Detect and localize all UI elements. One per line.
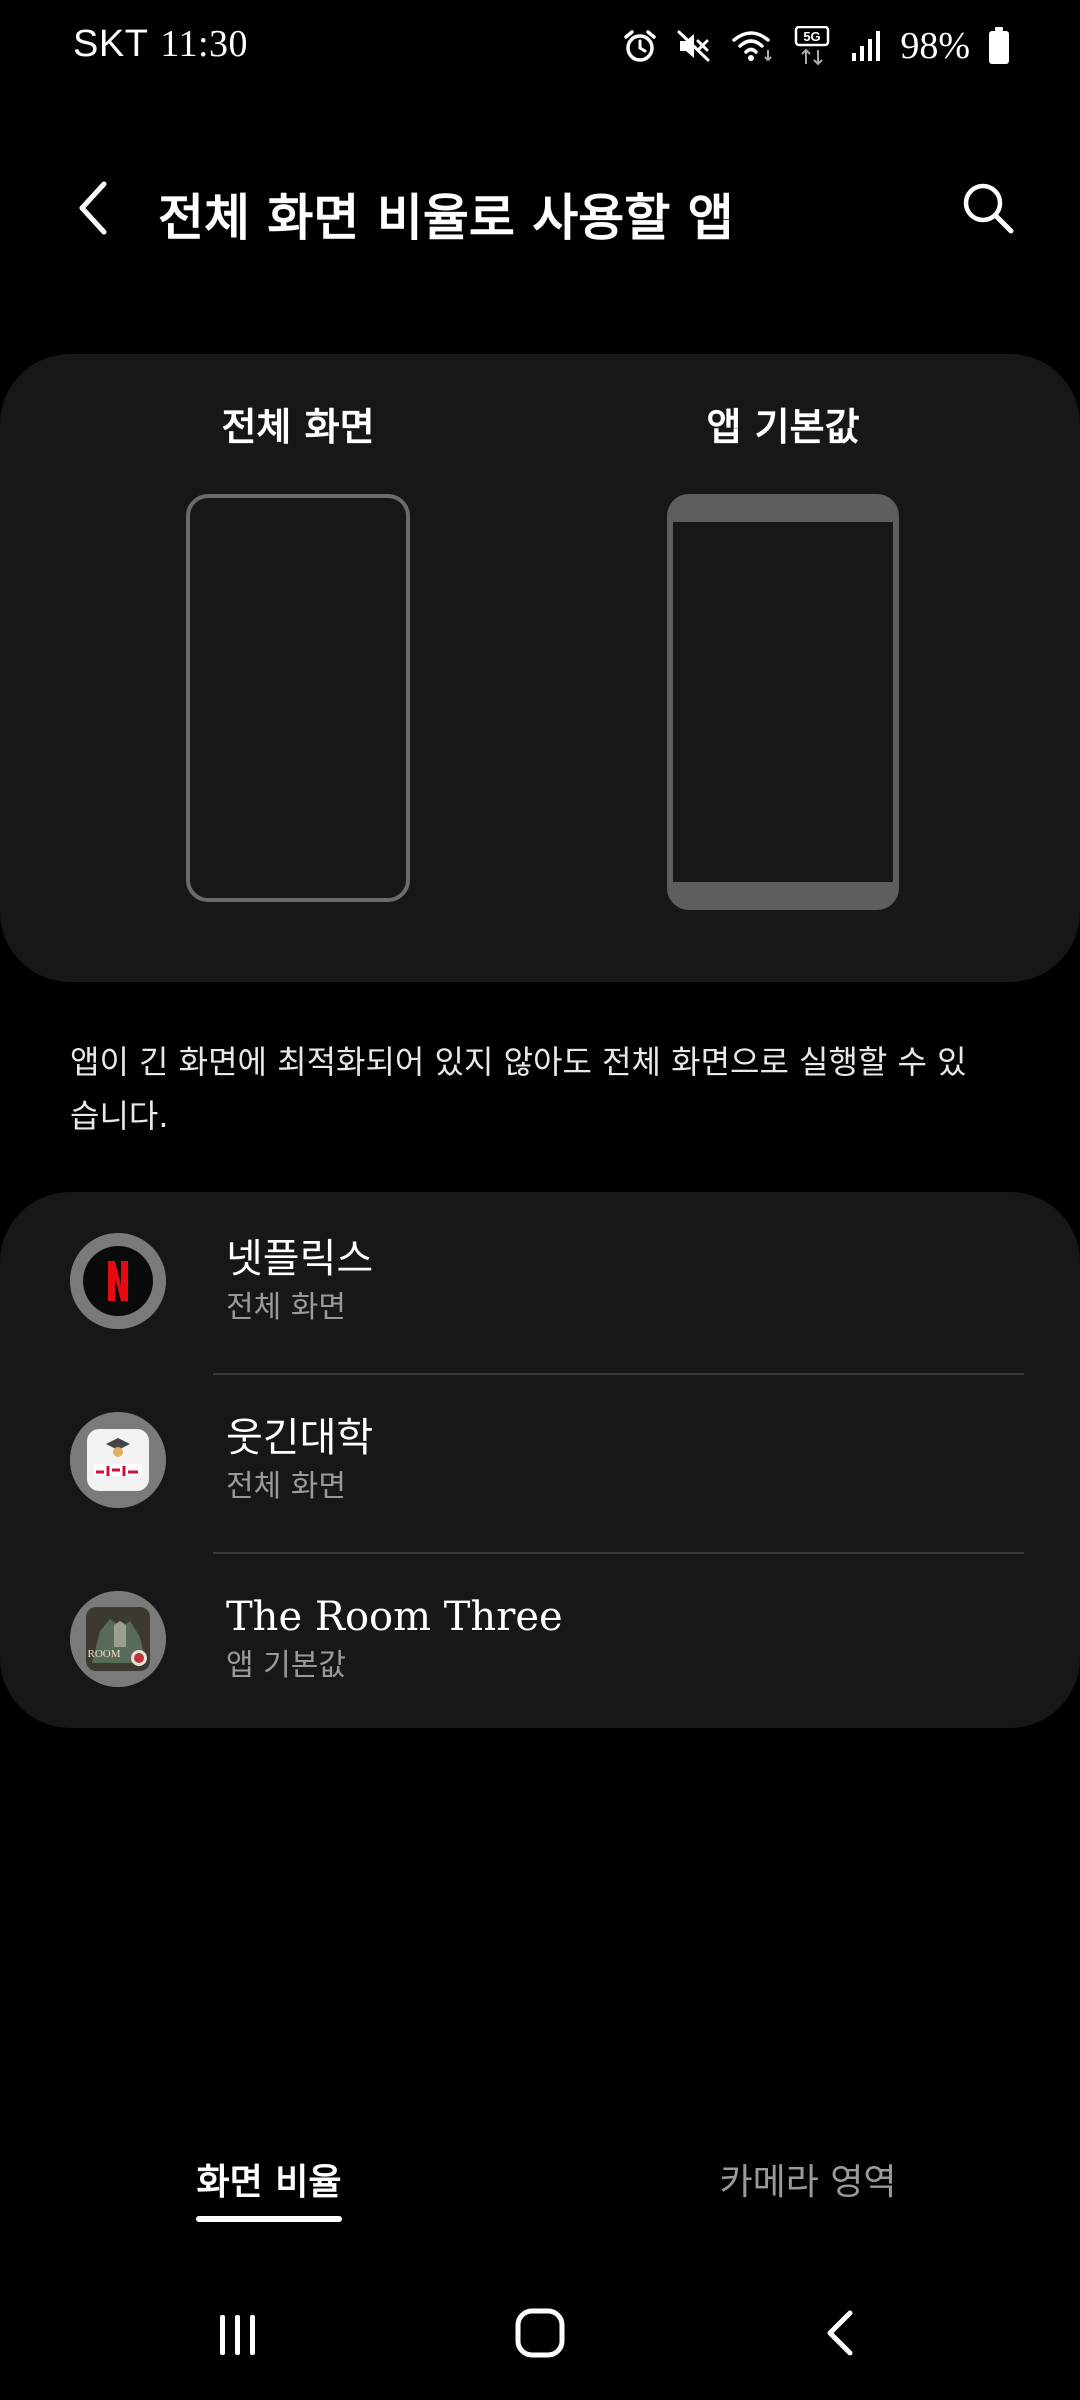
list-divider [213,1552,1024,1554]
aspect-ratio-preview-card: 전체 화면 앱 기본값 [0,354,1080,982]
humoruniv-icon [70,1412,166,1508]
mute-icon [676,28,712,64]
search-icon [960,180,1016,240]
app-list: 넷플릭스 전체 화면 웃긴대학 전체 화면 ROOM The Room Thre… [0,1192,1080,1728]
navigation-bar [0,2280,1080,2390]
svg-text:5G: 5G [804,29,821,44]
full-screen-preview: 전체 화면 [133,400,463,902]
bottom-tabs: 화면 비율 카메라 영역 [0,2150,1080,2250]
tab-aspect-ratio[interactable]: 화면 비율 [196,2150,342,2250]
page-title: 전체 화면 비율로 사용할 앱 [158,189,734,247]
app-row-the-room-three[interactable]: ROOM The Room Three 앱 기본값 [0,1550,1080,1728]
app-text: The Room Three 앱 기본값 [226,1592,563,1688]
5g-icon: 5G [794,26,832,66]
app-mode: 앱 기본값 [226,1648,346,1683]
app-mode: 전체 화면 [226,1469,346,1504]
status-icons: 5G 98% [622,18,1010,74]
alarm-icon [622,28,658,64]
status-bar: SKT 11:30 5G 98% [0,0,1080,92]
tab-camera-cutout[interactable]: 카메라 영역 [718,2150,898,2250]
app-row-humoruniv[interactable]: 웃긴대학 전체 화면 [0,1371,1080,1549]
full-screen-phone-illustration [186,494,410,902]
description-text: 앱이 긴 화면에 최적화되어 있지 않아도 전체 화면으로 실행할 수 있습니다… [70,1043,967,1135]
full-screen-label: 전체 화면 [221,405,375,449]
app-default-phone-illustration [667,494,899,910]
tab-camera-cutout-label: 카메라 영역 [719,2162,897,2203]
list-divider [213,1373,1024,1375]
app-default-screen-area [673,522,893,882]
tab-aspect-ratio-label: 화면 비율 [196,2162,342,2203]
the-room-three-icon: ROOM [70,1591,166,1687]
recents-icon [208,2303,268,2367]
netflix-icon [70,1233,166,1329]
app-name: 웃긴대학 [226,1415,374,1461]
active-tab-indicator [196,2216,342,2222]
app-row-netflix[interactable]: 넷플릭스 전체 화면 [0,1192,1080,1370]
svg-text:ROOM: ROOM [87,1648,120,1660]
nav-back-button[interactable] [797,2295,887,2375]
recents-button[interactable] [193,2295,283,2375]
app-name: The Room Three [226,1594,563,1640]
back-button[interactable] [52,170,132,250]
app-text: 넷플릭스 전체 화면 [226,1234,373,1330]
back-arrow-icon [72,178,112,242]
signal-icon [850,29,882,63]
app-default-preview: 앱 기본값 [618,400,948,910]
nav-back-icon [812,2303,872,2367]
app-name: 넷플릭스 [226,1236,374,1282]
clock: 11:30 [160,23,249,65]
home-button[interactable] [495,2295,585,2375]
wifi-icon [730,28,776,64]
battery-icon [988,27,1010,65]
app-text: 웃긴대학 전체 화면 [226,1413,373,1509]
search-button[interactable] [948,170,1028,250]
carrier-label: SKT [73,23,149,65]
app-bar: 전체 화면 비율로 사용할 앱 [0,150,1080,270]
app-default-label: 앱 기본값 [706,405,860,449]
battery-percent: 98% [900,25,970,67]
status-left: SKT 11:30 [73,22,248,66]
home-icon [510,2303,570,2367]
app-mode: 전체 화면 [226,1290,346,1325]
